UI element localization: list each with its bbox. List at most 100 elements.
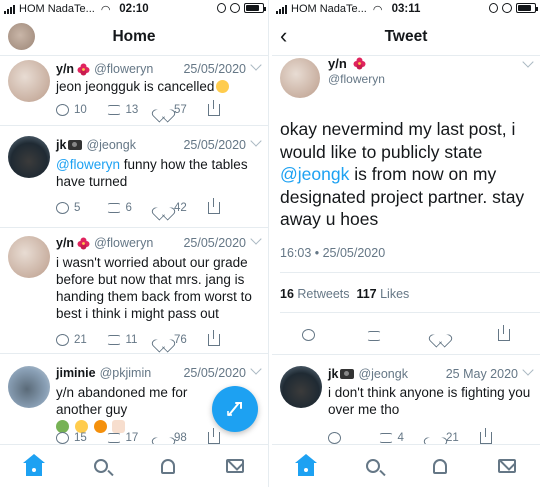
tweet-author-name[interactable]: jiminie bbox=[56, 366, 96, 380]
retweet-button[interactable]: 4 bbox=[378, 432, 430, 444]
carrier-label: HOM NadaTe... bbox=[19, 3, 95, 15]
reply-icon bbox=[56, 202, 69, 214]
retweet-button[interactable]: 11 bbox=[106, 334, 158, 346]
wifi-icon: ◠ bbox=[372, 3, 383, 16]
avatar[interactable] bbox=[8, 366, 50, 408]
retweet-button[interactable] bbox=[367, 328, 382, 346]
share-button[interactable] bbox=[207, 330, 259, 346]
share-icon bbox=[479, 428, 492, 444]
reply-tweet[interactable]: jk @jeongk 25 May 2020 i don't think any… bbox=[272, 356, 540, 444]
tweet-handle[interactable]: @floweryn bbox=[328, 72, 385, 86]
tweet-author-name[interactable]: jk bbox=[56, 138, 66, 152]
retweet-button[interactable]: 17 bbox=[106, 432, 158, 444]
retweet-icon bbox=[106, 105, 121, 115]
share-button[interactable] bbox=[207, 428, 259, 444]
tweet-text: jeon jeongguk is cancelled bbox=[56, 79, 215, 94]
search-icon bbox=[93, 459, 108, 473]
reply-button[interactable]: 15 bbox=[56, 432, 107, 444]
reply-button[interactable]: 5 bbox=[56, 202, 107, 214]
likes-link[interactable]: Likes bbox=[380, 287, 409, 301]
like-button[interactable] bbox=[434, 328, 446, 346]
tweet-author-name[interactable]: y/n bbox=[56, 62, 74, 76]
signal-icon bbox=[4, 4, 15, 14]
hibiscus-emoji-icon bbox=[77, 63, 90, 76]
like-button[interactable]: 76 bbox=[157, 334, 208, 346]
tweet[interactable]: y/n @floweryn 25/05/2020 i wasn't worrie… bbox=[0, 228, 268, 354]
retweet-button[interactable]: 13 bbox=[106, 104, 158, 116]
tweet-date: 25/05/2020 bbox=[183, 236, 246, 250]
retweet-icon bbox=[367, 331, 382, 341]
like-count: 117 bbox=[356, 287, 377, 301]
tab-search[interactable] bbox=[362, 455, 384, 477]
tweet[interactable]: jk @jeongk 25/05/2020 @floweryn funny ho… bbox=[0, 126, 268, 228]
like-button[interactable]: 98 bbox=[157, 432, 208, 444]
tweet-author-name[interactable]: jk bbox=[328, 367, 338, 381]
compose-tweet-button[interactable] bbox=[212, 386, 258, 432]
avatar[interactable] bbox=[8, 60, 50, 102]
orientation-lock-icon bbox=[489, 3, 498, 13]
tweet-handle[interactable]: @pkjimin bbox=[100, 366, 152, 380]
tab-search[interactable] bbox=[90, 455, 112, 477]
like-button[interactable]: 42 bbox=[157, 202, 208, 214]
tab-home[interactable] bbox=[294, 453, 317, 477]
avatar[interactable] bbox=[8, 236, 50, 278]
divider bbox=[272, 354, 540, 355]
tweet-handle[interactable]: @floweryn bbox=[94, 236, 153, 250]
status-bar: HOM NadaTe... ◠ 02:10 bbox=[0, 0, 268, 18]
reply-button[interactable] bbox=[328, 432, 379, 444]
notifications-icon bbox=[432, 458, 447, 474]
tab-notifications[interactable] bbox=[157, 455, 179, 477]
share-icon bbox=[207, 428, 220, 444]
battery-icon bbox=[244, 3, 266, 13]
avatar[interactable] bbox=[8, 136, 50, 178]
status-bar: HOM NadaTe... ◠ 03:11 bbox=[272, 0, 540, 18]
profile-avatar-button[interactable] bbox=[8, 23, 35, 50]
reply-button[interactable]: 10 bbox=[56, 104, 107, 116]
reply-button[interactable] bbox=[302, 328, 315, 346]
tweet-handle[interactable]: @jeongk bbox=[86, 138, 136, 152]
share-icon bbox=[207, 198, 220, 214]
reply-button[interactable]: 21 bbox=[56, 334, 107, 346]
tab-home[interactable] bbox=[22, 453, 45, 477]
chevron-down-icon[interactable] bbox=[522, 56, 534, 68]
nav-bar: Home bbox=[0, 18, 268, 56]
tweet-date: 25/05/2020 bbox=[183, 62, 246, 76]
share-button[interactable] bbox=[207, 198, 259, 214]
battery-icon bbox=[516, 3, 538, 13]
tab-notifications[interactable] bbox=[429, 455, 451, 477]
tweet-author-name[interactable]: y/n bbox=[56, 236, 74, 250]
tab-messages[interactable] bbox=[224, 455, 246, 477]
page-title: Home bbox=[112, 27, 156, 45]
like-button[interactable]: 21 bbox=[429, 432, 480, 444]
reply-icon bbox=[328, 432, 341, 444]
wifi-icon: ◠ bbox=[100, 3, 111, 16]
share-button[interactable] bbox=[207, 100, 259, 116]
tweet-mention[interactable]: @jeongk bbox=[280, 164, 349, 184]
share-button[interactable] bbox=[479, 428, 531, 444]
tweet[interactable]: y/n @floweryn 25/05/2020 jeon jeongguk i… bbox=[0, 56, 268, 126]
share-button[interactable] bbox=[497, 325, 510, 346]
tweet-mention[interactable]: @floweryn bbox=[56, 157, 120, 172]
tab-bar bbox=[272, 444, 540, 487]
tweet-handle[interactable]: @jeongk bbox=[358, 367, 408, 381]
carrier-label: HOM NadaTe... bbox=[291, 3, 367, 15]
retweet-icon bbox=[378, 433, 393, 443]
tweet-detail-screen: HOM NadaTe... ◠ 03:11 ‹ Tweet y/n @flowe… bbox=[272, 0, 540, 487]
tab-messages[interactable] bbox=[496, 455, 518, 477]
retweet-button[interactable]: 6 bbox=[106, 202, 158, 214]
share-icon bbox=[207, 100, 220, 116]
retweets-link[interactable]: Retweets bbox=[297, 287, 349, 301]
back-button[interactable]: ‹ bbox=[280, 24, 287, 48]
tweet-actions: 21 11 76 bbox=[56, 330, 259, 348]
share-icon bbox=[497, 325, 510, 341]
avatar[interactable] bbox=[280, 58, 320, 98]
tweet-author-name[interactable]: y/n bbox=[328, 56, 347, 71]
like-icon bbox=[429, 432, 441, 444]
tweet-handle[interactable]: @floweryn bbox=[94, 62, 153, 76]
like-icon bbox=[157, 432, 169, 444]
signal-icon bbox=[276, 4, 287, 14]
tweet-text: y/n abandoned me for another guy bbox=[56, 385, 188, 417]
like-button[interactable]: 57 bbox=[157, 104, 208, 116]
tweet-text: i don't think anyone is fighting you ove… bbox=[328, 385, 531, 417]
avatar[interactable] bbox=[280, 366, 322, 408]
